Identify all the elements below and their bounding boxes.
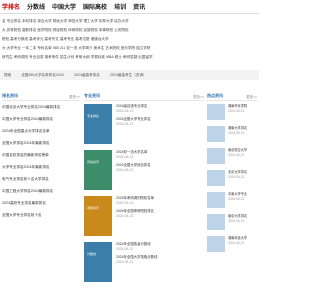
- list-item[interactable]: 全国大学排名2024年最新排名: [2, 140, 80, 146]
- hot-item[interactable]: 南京航空大学 2024-06-21: [207, 148, 257, 164]
- card-date: 2024-06-21: [116, 109, 134, 113]
- thumbnail-caption: 专业排名: [87, 114, 100, 118]
- list-item[interactable]: 大学专业排名2024年最新排名: [2, 164, 80, 170]
- list-item[interactable]: 全国大学专业排名前十名: [2, 212, 80, 218]
- news-card: 专业排名 2024级百强专业排名 2024-06-21 2024全国大学专业排名…: [84, 104, 204, 144]
- nav-item-score-lines[interactable]: 分数线: [27, 2, 45, 11]
- hot-thumbnail[interactable]: [207, 148, 225, 164]
- search-link[interactable]: 2024届高考排名: [74, 73, 100, 78]
- panel-title: 热点资讯: [207, 93, 223, 98]
- card-thumbnail[interactable]: 考研资讯: [84, 196, 112, 236]
- card-thumbnail[interactable]: 专业排名: [84, 104, 112, 144]
- left-news-panel: 排名资讯 更多>> 中国北京大学专业排名2024最新排名 中国大学专业排名202…: [2, 92, 80, 224]
- hot-thumbnail[interactable]: [207, 236, 225, 252]
- hot-thumbnail[interactable]: [207, 192, 225, 208]
- more-link[interactable]: 更多>>: [246, 94, 257, 99]
- hot-item[interactable]: 湖南科技大学 2024-06-21: [207, 236, 257, 252]
- card-thumbnail[interactable]: 高校资讯: [84, 150, 112, 190]
- hot-date: 2024-06-21: [228, 218, 245, 223]
- search-strip: 搜索 全国985大学名单排名2024 2024届高考排名 2024届高考生（查询…: [0, 70, 259, 80]
- card-date: 2024-06-21: [116, 168, 134, 172]
- hot-thumbnail[interactable]: [207, 170, 225, 186]
- list-item[interactable]: 中国名校排名的最新排名榜单: [2, 152, 80, 158]
- tag-row[interactable]: 院校 高考分数线 高考状元 高考作文 高考专业 高考志愿 港澳台大学: [2, 35, 257, 44]
- nav-item-rankings[interactable]: 学排名: [2, 2, 20, 11]
- hot-date: 2024-06-21: [228, 240, 245, 245]
- hot-thumbnail[interactable]: [207, 104, 225, 120]
- news-card: 高校资讯 2024双一流大学名单 2024-06-21 2024全国大学综合排名…: [84, 150, 204, 190]
- list-item[interactable]: 电气专业排名前十名大学排名: [2, 176, 80, 182]
- nav-item-training[interactable]: 培训: [114, 2, 126, 11]
- list-item[interactable]: 2024年全国重点大学排名名单: [2, 128, 80, 134]
- tag-row[interactable]: 大 农林院校 高职排名 医学院校 财经院校 体育院校 民族院校 军事院校 公安院…: [2, 26, 257, 35]
- list-item[interactable]: 2024高校专业排名最新排名: [2, 200, 80, 206]
- more-link[interactable]: 更多>>: [193, 94, 204, 99]
- panel-header: 排名资讯 更多>>: [2, 92, 80, 101]
- nav-item-china-universities[interactable]: 中国大学: [52, 2, 76, 11]
- hot-item[interactable]: 中南大学专业 2024-06-21: [207, 192, 257, 208]
- hot-item[interactable]: 北京大学排名 2024-06-21: [207, 170, 257, 186]
- panel-title: 排名资讯: [2, 93, 18, 98]
- card-date: 2024-06-21: [116, 155, 134, 159]
- list-item[interactable]: 中国工程大学排名2024最新排名: [2, 188, 80, 194]
- news-card: 考研资讯 2024年考研调剂院校名单 2024-06-21 2024年全国考研院…: [84, 196, 204, 236]
- hot-item[interactable]: 湖南大学排名 2024-06-21: [207, 126, 257, 142]
- tag-row[interactable]: 研究生 考研调剂 专业目录 报考条件 招生计划 考研大纲 学费标准 MBA 硕士…: [2, 53, 257, 62]
- panel-title: 专业资讯: [84, 93, 100, 98]
- more-link[interactable]: 更多>>: [69, 94, 80, 99]
- list-item[interactable]: 中国北京大学专业排名2024最新排名: [2, 104, 80, 110]
- card-thumbnail[interactable]: 分数线: [84, 242, 112, 282]
- card-date: 2024-06-21: [116, 260, 134, 264]
- category-tag-block: 名 专业排名 本科排名 综合大学 财经大学 师范大学 理工大学 农林大学 民办大…: [2, 17, 257, 62]
- hot-date: 2024-06-21: [228, 196, 245, 201]
- hot-thumbnail[interactable]: [207, 214, 225, 230]
- right-hot-panel: 热点资讯 更多>> 湖南怀化学院 2024-06-21 湖南大学排名 2024-06…: [207, 92, 257, 258]
- card-date: 2024-06-21: [116, 247, 134, 251]
- hot-thumbnail[interactable]: [207, 126, 225, 142]
- hot-date: 2024-06-21: [228, 108, 245, 113]
- hot-date: 2024-06-21: [228, 174, 245, 179]
- nav-item-news[interactable]: 资讯: [133, 2, 145, 11]
- hot-item[interactable]: 南京大学排名 2024-06-21: [207, 214, 257, 230]
- hot-item[interactable]: 湖南怀化学院 2024-06-21: [207, 104, 257, 120]
- tag-row[interactable]: 大 大学专业 一本二本 专科名单 985 211 双一流 大学简介 美术生 艺术…: [2, 44, 257, 53]
- card-date: 2024-06-21: [116, 214, 134, 218]
- nav-item-international[interactable]: 国际高校: [83, 2, 107, 11]
- panel-header: 热点资讯 更多>>: [207, 92, 257, 101]
- middle-news-panel: 专业资讯 更多>> 专业排名 2024级百强专业排名 2024-06-21 20…: [84, 92, 204, 288]
- thumbnail-caption: 分数线: [87, 252, 97, 256]
- thumbnail-caption: 高校资讯: [87, 160, 100, 164]
- tag-row[interactable]: 名 专业排名 本科排名 综合大学 财经大学 师范大学 理工大学 农林大学 民办大…: [2, 17, 257, 26]
- hot-date: 2024-06-21: [228, 130, 245, 135]
- card-date: 2024-06-21: [116, 122, 134, 126]
- search-link[interactable]: 全国985大学名单排名2024: [21, 73, 64, 78]
- top-nav: 学排名 分数线 中国大学 国际高校 培训 资讯: [0, 0, 259, 14]
- list-item[interactable]: 中国大学专业排名2024最新排名: [2, 116, 80, 122]
- card-date: 2024-06-21: [116, 201, 134, 205]
- search-link[interactable]: 2024届高考生（查询）: [110, 73, 147, 78]
- panel-header: 专业资讯 更多>>: [84, 92, 204, 101]
- search-label[interactable]: 搜索: [4, 73, 11, 78]
- hot-date: 2024-06-21: [228, 152, 245, 157]
- thumbnail-caption: 考研资讯: [87, 206, 100, 210]
- news-card: 分数线 2024年全国各省分数线 2024-06-21 2024年全国大学录取分…: [84, 242, 204, 282]
